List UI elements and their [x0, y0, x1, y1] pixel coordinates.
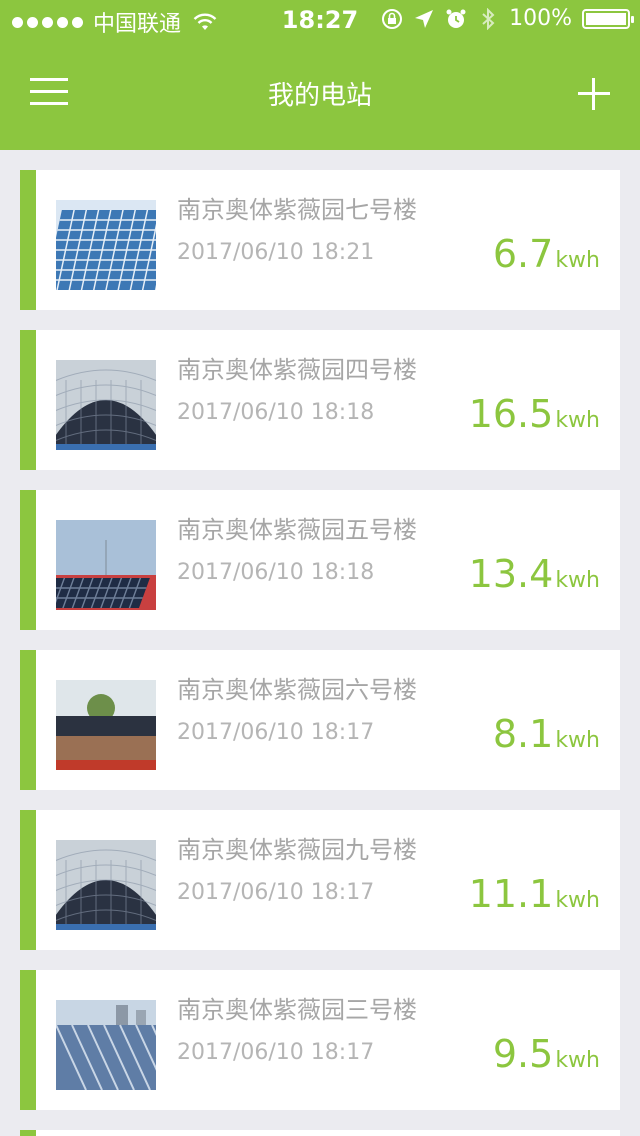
station-card-6[interactable]: 南京奥体紫薇园三号楼 2017/06/10 18:17 9.5kwh: [20, 970, 620, 1110]
energy-value: 8.1: [492, 712, 554, 756]
card-accent-bar: [20, 970, 36, 1110]
station-card-2[interactable]: 南京奥体紫薇园四号楼 2017/06/10 18:18 16.5kwh: [20, 330, 620, 470]
card-accent-bar: [20, 170, 36, 310]
station-card-partial[interactable]: [20, 1130, 620, 1136]
battery-percent: 100%: [509, 6, 572, 31]
card-accent-bar: [20, 330, 36, 470]
station-energy: 13.4kwh: [469, 552, 600, 596]
station-card-3[interactable]: 南京奥体紫薇园五号楼 2017/06/10 18:18 13.4kwh: [20, 490, 620, 630]
station-name: 南京奥体紫薇园七号楼: [177, 196, 417, 224]
energy-value: 13.4: [468, 552, 554, 596]
station-timestamp: 2017/06/10 18:17: [177, 720, 375, 745]
card-accent-bar: [20, 650, 36, 790]
page-title: 我的电站: [267, 81, 372, 111]
station-thumbnail-solar-grid-blue: [56, 200, 156, 290]
station-energy: 9.5kwh: [493, 1032, 600, 1076]
add-station-button[interactable]: [578, 78, 610, 110]
station-thumbnail-solar-rows-city: [56, 1000, 156, 1090]
battery-icon: [582, 8, 634, 29]
station-timestamp: 2017/06/10 18:18: [177, 400, 375, 425]
station-thumbnail-solar-dome: [56, 360, 156, 450]
station-timestamp: 2017/06/10 18:17: [177, 1040, 375, 1065]
station-card-1[interactable]: 南京奥体紫薇园七号楼 2017/06/10 18:21 6.7kwh: [20, 170, 620, 310]
energy-unit: kwh: [555, 1048, 600, 1073]
alarm-clock-icon: [446, 9, 466, 28]
bluetooth-icon: [482, 7, 495, 30]
location-arrow-icon: [415, 9, 434, 28]
station-timestamp: 2017/06/10 18:21: [177, 240, 375, 265]
energy-unit: kwh: [555, 728, 600, 753]
station-thumbnail-solar-dome: [56, 840, 156, 930]
station-name: 南京奥体紫薇园三号楼: [177, 996, 417, 1024]
station-card-4[interactable]: 南京奥体紫薇园六号楼 2017/06/10 18:17 8.1kwh: [20, 650, 620, 790]
station-energy: 8.1kwh: [493, 712, 600, 756]
status-bar: 中国联通 18:27 100%: [0, 0, 640, 40]
station-name: 南京奥体紫薇园六号楼: [177, 676, 417, 704]
card-accent-bar: [20, 810, 36, 950]
station-list: 南京奥体紫薇园七号楼 2017/06/10 18:21 6.7kwh 南京奥体紫…: [20, 170, 620, 1130]
station-name: 南京奥体紫薇园九号楼: [177, 836, 417, 864]
app-header: 中国联通 18:27 100% 我的电站: [0, 0, 640, 150]
card-accent-bar: [20, 490, 36, 630]
energy-unit: kwh: [555, 408, 600, 433]
energy-value: 6.7: [492, 232, 554, 276]
station-name: 南京奥体紫薇园四号楼: [177, 356, 417, 384]
station-energy: 11.1kwh: [469, 872, 600, 916]
station-energy: 6.7kwh: [493, 232, 600, 276]
station-thumbnail-solar-roof-red: [56, 520, 156, 610]
energy-value: 9.5: [492, 1032, 554, 1076]
rotation-lock-icon: [382, 8, 403, 29]
station-timestamp: 2017/06/10 18:17: [177, 880, 375, 905]
energy-unit: kwh: [555, 888, 600, 913]
station-name: 南京奥体紫薇园五号楼: [177, 516, 417, 544]
station-timestamp: 2017/06/10 18:18: [177, 560, 375, 585]
station-thumbnail-solar-roof-tree: [56, 680, 156, 770]
energy-value: 11.1: [468, 872, 554, 916]
station-card-5[interactable]: 南京奥体紫薇园九号楼 2017/06/10 18:17 11.1kwh: [20, 810, 620, 950]
energy-unit: kwh: [555, 568, 600, 593]
energy-unit: kwh: [555, 248, 600, 273]
station-energy: 16.5kwh: [469, 392, 600, 436]
energy-value: 16.5: [468, 392, 554, 436]
